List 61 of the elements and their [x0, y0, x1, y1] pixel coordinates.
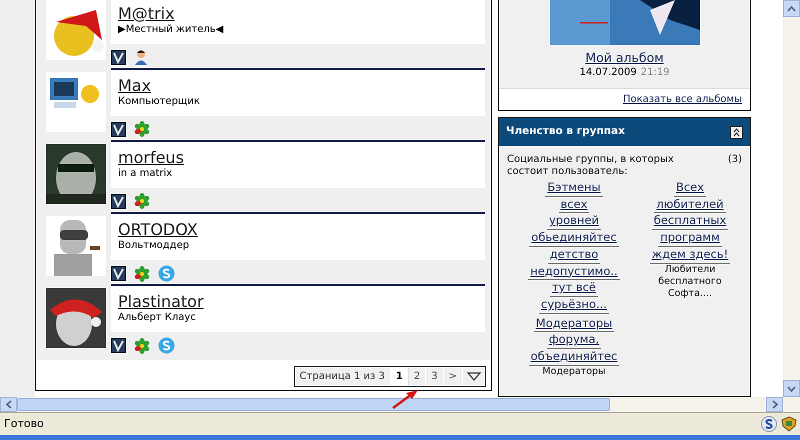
group-link[interactable]: Модераторы [534, 316, 614, 332]
shield-icon[interactable] [780, 416, 798, 432]
collapse-icon[interactable] [730, 126, 743, 138]
group-link[interactable]: любителей [654, 196, 726, 214]
group-link[interactable]: обьединяйтес [529, 230, 619, 247]
member-name-link[interactable]: morfeus [118, 149, 184, 167]
page-link[interactable]: 2 [408, 367, 426, 386]
member-title: Альберт Клаус [118, 311, 196, 324]
flower-icon[interactable] [134, 266, 150, 282]
scroll-down-icon[interactable] [787, 386, 796, 392]
groups-count: (3) [728, 154, 742, 167]
scroll-left-icon[interactable] [6, 400, 12, 410]
person-icon[interactable] [134, 49, 148, 65]
group-link[interactable]: Всех [674, 180, 706, 197]
member-title: ▶Местный житель◀ [118, 23, 224, 36]
scroll-up-icon[interactable] [787, 6, 796, 12]
groups-intro: Социальные группы, в которых состоит пользователь: [507, 154, 675, 178]
member-title: in a matrix [118, 167, 172, 180]
v-badge-icon[interactable] [111, 266, 126, 281]
member-name-link[interactable]: ORTODOX [118, 221, 198, 239]
group-description: Софта.... [668, 288, 712, 300]
member-name-link[interactable]: Plastinator [118, 293, 204, 311]
v-badge-icon[interactable] [111, 338, 126, 353]
flower-icon[interactable] [134, 193, 150, 209]
status-text: Готово [4, 416, 45, 432]
group-link[interactable]: всех [558, 196, 590, 214]
member-title: Компьютерщик [118, 95, 200, 108]
vertical-scrollbar[interactable] [783, 0, 800, 398]
v-badge-icon[interactable] [111, 194, 126, 208]
scroll-right-icon[interactable] [772, 400, 778, 410]
album-title-link[interactable]: Мой альбом [585, 50, 664, 66]
group-description: Любители [664, 264, 716, 276]
v-badge-icon[interactable] [111, 50, 126, 64]
album-time: 21:19 [640, 66, 670, 79]
group-link[interactable]: детство [548, 246, 600, 264]
page-link[interactable]: 3 [426, 367, 444, 386]
arrow-drawing [391, 389, 419, 409]
member-name-link[interactable]: M@trix [118, 5, 175, 23]
group-link[interactable]: объединяйтес [528, 349, 620, 366]
member-name-link[interactable]: Max [118, 77, 152, 95]
album-date: 14.07.2009 [579, 66, 637, 79]
horizontal-scrollbar[interactable] [0, 397, 800, 412]
member-title: Вольтмоддер [118, 239, 190, 252]
skype-icon[interactable] [761, 416, 777, 432]
group-link[interactable]: бесплатных [652, 213, 728, 230]
v-badge-icon[interactable] [111, 122, 126, 136]
group-link[interactable]: тут всё [550, 280, 598, 297]
group-link[interactable]: уровней [547, 213, 601, 230]
group-description: бесплатного [658, 276, 722, 288]
group-link[interactable]: недопустимо.. [528, 264, 620, 280]
flower-icon[interactable] [134, 121, 150, 137]
group-link[interactable]: сурьёзно... [539, 296, 609, 314]
next-page-link[interactable]: > [444, 367, 463, 386]
group-link[interactable]: форума, [546, 332, 602, 350]
flower-icon[interactable] [134, 338, 150, 354]
group-link[interactable]: программ [658, 230, 722, 247]
panel-title: Членство в группах [506, 124, 625, 140]
group-link[interactable]: ждем здесь! [650, 246, 730, 264]
group-link[interactable]: Бэтмены [545, 180, 603, 197]
group-description: Модераторы [542, 366, 606, 378]
page-link[interactable]: 1 [390, 367, 409, 386]
